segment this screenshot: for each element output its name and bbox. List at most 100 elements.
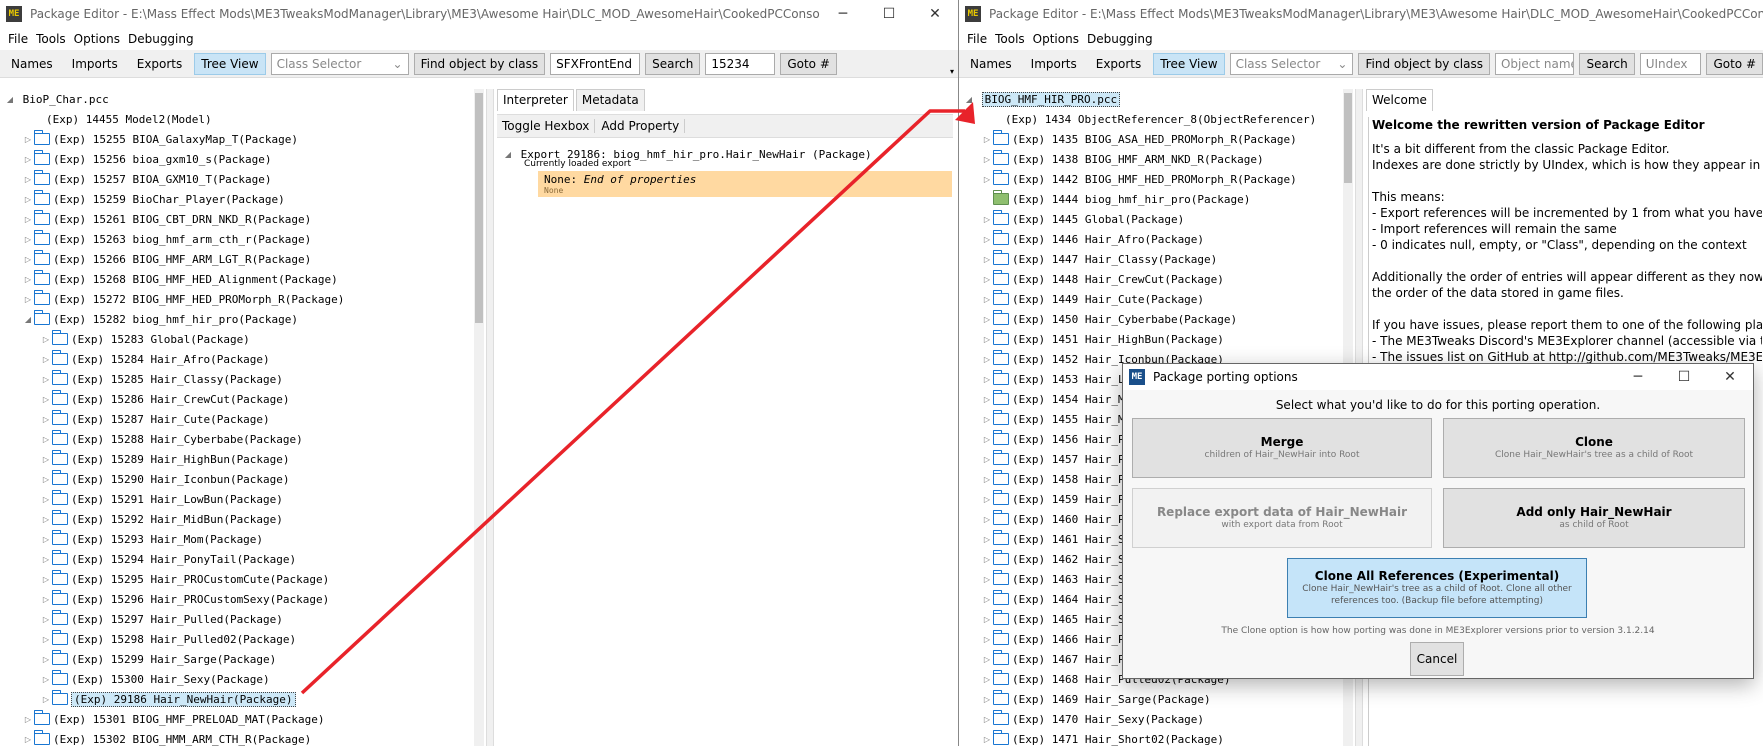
tree-node[interactable]: ▷ (Exp) 15293 Hair_Mom(Package): [4, 529, 474, 549]
tree-node[interactable]: ▷ (Exp) 1445 Global(Package): [963, 209, 1343, 229]
tree-node[interactable]: ▷ (Exp) 1450 Hair_Cyberbabe(Package): [963, 309, 1343, 329]
expand-arrow-icon[interactable]: ▷: [22, 295, 34, 304]
overflow-icon[interactable]: ▾: [950, 67, 954, 76]
expand-arrow-icon[interactable]: ▷: [981, 135, 993, 144]
expand-arrow-icon[interactable]: ▷: [40, 535, 52, 544]
expand-arrow-icon[interactable]: ▷: [40, 495, 52, 504]
imports-button[interactable]: Imports: [65, 53, 125, 75]
tree-node[interactable]: ▷ (Exp) 15299 Hair_Sarge(Package): [4, 649, 474, 669]
expand-arrow-icon[interactable]: ▷: [981, 355, 993, 364]
expand-arrow-icon[interactable]: ▷: [22, 235, 34, 244]
tree-node[interactable]: ▷ (Exp) 1451 Hair_HighBun(Package): [963, 329, 1343, 349]
names-button[interactable]: Names: [4, 53, 60, 75]
menu-options[interactable]: Options: [70, 32, 124, 46]
tree-node[interactable]: ▷ (Exp) 15300 Hair_Sexy(Package): [4, 669, 474, 689]
exports-button[interactable]: Exports: [130, 53, 190, 75]
tree-node[interactable]: ▷ (Exp) 15268 BIOG_HMF_HED_Alignment(Pack…: [4, 269, 474, 289]
expand-arrow-icon[interactable]: ▷: [40, 635, 52, 644]
expand-arrow-icon[interactable]: ▷: [981, 635, 993, 644]
search-input[interactable]: SFXFrontEnd: [550, 52, 641, 75]
tree-node[interactable]: ▷ (Exp) 1471 Hair_Short02(Package): [963, 729, 1343, 746]
expand-arrow-icon[interactable]: ▷: [981, 315, 993, 324]
expand-arrow-icon[interactable]: ▷: [40, 615, 52, 624]
tree-node[interactable]: ▷ (Exp) 1449 Hair_Cute(Package): [963, 289, 1343, 309]
expand-arrow-icon[interactable]: ▷: [40, 555, 52, 564]
none-property-row[interactable]: None: End of properties None: [538, 171, 952, 197]
expand-arrow-icon[interactable]: ▷: [40, 575, 52, 584]
tree-node[interactable]: ▷ (Exp) 15286 Hair_CrewCut(Package): [4, 389, 474, 409]
tree-node[interactable]: ◢ (Exp) 15282 biog_hmf_hir_pro(Package): [4, 309, 474, 329]
expand-arrow-icon[interactable]: ▷: [981, 175, 993, 184]
add-only-option-button[interactable]: Add only Hair_NewHair as child of Root: [1443, 488, 1745, 548]
maximize-icon[interactable]: ☐: [1661, 363, 1707, 391]
expand-arrow-icon[interactable]: ▷: [22, 175, 34, 184]
find-by-class-button[interactable]: Find object by class: [1358, 52, 1490, 75]
menu-file[interactable]: File: [4, 32, 32, 46]
tree-node[interactable]: ▷ (Exp) 15292 Hair_MidBun(Package): [4, 509, 474, 529]
left-splitter[interactable]: [486, 89, 494, 746]
expand-arrow-icon[interactable]: ▷: [22, 195, 34, 204]
expand-arrow-icon[interactable]: ▷: [981, 415, 993, 424]
tree-node[interactable]: (Exp) 1434 ObjectReferencer_8(ObjectRefe…: [963, 109, 1343, 129]
tab-metadata[interactable]: Metadata: [575, 89, 645, 111]
expand-arrow-icon[interactable]: ▷: [40, 395, 52, 404]
tree-node[interactable]: ▷ (Exp) 15294 Hair_PonyTail(Package): [4, 549, 474, 569]
expand-arrow-icon[interactable]: ▷: [22, 155, 34, 164]
tree-node[interactable]: ▷ (Exp) 15256 bioa_gxm10_s(Package): [4, 149, 474, 169]
menu-tools[interactable]: Tools: [991, 32, 1029, 46]
tree-node[interactable]: ▷ (Exp) 1470 Hair_Sexy(Package): [963, 709, 1343, 729]
expand-arrow-icon[interactable]: ▷: [981, 555, 993, 564]
expand-arrow-icon[interactable]: ▷: [40, 335, 52, 344]
expand-arrow-icon[interactable]: ▷: [981, 615, 993, 624]
tree-node[interactable]: ▷ (Exp) 1442 BIOG_HMF_HED_PROMorph_R(Pack…: [963, 169, 1343, 189]
tree-node[interactable]: ▷ (Exp) 15302 BIOG_HMM_ARM_CTH_R(Package): [4, 729, 474, 746]
toggle-hexbox-button[interactable]: Toggle Hexbox: [497, 119, 596, 133]
expand-arrow-icon[interactable]: ▷: [22, 275, 34, 284]
close-icon[interactable]: ✕: [1707, 363, 1753, 391]
add-property-button[interactable]: Add Property: [596, 119, 686, 133]
expand-arrow-icon[interactable]: ▷: [40, 515, 52, 524]
replace-export-data-option-button[interactable]: Replace export data of Hair_NewHair with…: [1132, 488, 1432, 548]
tree-node[interactable]: ▷ (Exp) 1469 Hair_Sarge(Package): [963, 689, 1343, 709]
expand-arrow-icon[interactable]: ▷: [981, 295, 993, 304]
tree-root-node[interactable]: ◢ BioP_Char.pcc: [4, 89, 474, 109]
menu-tools[interactable]: Tools: [32, 32, 70, 46]
cancel-button[interactable]: Cancel: [1410, 642, 1464, 676]
expand-arrow-icon[interactable]: ▷: [981, 695, 993, 704]
maximize-icon[interactable]: ☐: [866, 0, 912, 28]
goto-button[interactable]: Goto #: [780, 52, 837, 75]
tree-view-button[interactable]: Tree View: [194, 52, 266, 75]
tree-node[interactable]: ▷ (Exp) 15291 Hair_LowBun(Package): [4, 489, 474, 509]
collapse-arrow-icon[interactable]: ◢: [4, 95, 16, 104]
expand-arrow-icon[interactable]: ▷: [22, 135, 34, 144]
tree-node[interactable]: ▷ (Exp) 1435 BIOG_ASA_HED_PROMorph_R(Pack…: [963, 129, 1343, 149]
close-icon[interactable]: ✕: [912, 0, 958, 28]
left-tree-scrollbar[interactable]: [474, 89, 484, 746]
expand-arrow-icon[interactable]: ▷: [22, 215, 34, 224]
expand-arrow-icon[interactable]: ▷: [981, 455, 993, 464]
expand-arrow-icon[interactable]: ▷: [981, 275, 993, 284]
tree-node[interactable]: ▷ (Exp) 15257 BIOA_GXM10_T(Package): [4, 169, 474, 189]
tree-node[interactable]: ▷ (Exp) 15285 Hair_Classy(Package): [4, 369, 474, 389]
tree-node[interactable]: ▷ (Exp) 29186 Hair_NewHair(Package): [4, 689, 474, 709]
left-tree-view[interactable]: ◢ BioP_Char.pcc (Exp) 14455 Model2(Model)…: [4, 89, 474, 746]
dialog-titlebar[interactable]: ME Package porting options ─ ☐ ✕: [1123, 364, 1753, 390]
tree-node[interactable]: ▷ (Exp) 1448 Hair_CrewCut(Package): [963, 269, 1343, 289]
expand-arrow-icon[interactable]: ▷: [22, 715, 34, 724]
expand-arrow-icon[interactable]: ▷: [981, 215, 993, 224]
minimize-icon[interactable]: ─: [1615, 363, 1661, 391]
expand-arrow-icon[interactable]: ▷: [40, 655, 52, 664]
goto-button[interactable]: Goto #: [1706, 52, 1763, 75]
scroll-thumb[interactable]: [1344, 93, 1352, 183]
tree-node[interactable]: ▷ (Exp) 1447 Hair_Classy(Package): [963, 249, 1343, 269]
expand-arrow-icon[interactable]: ▷: [22, 735, 34, 744]
expand-arrow-icon[interactable]: ▷: [981, 655, 993, 664]
tree-node[interactable]: ▷ (Exp) 15296 Hair_PROCustomSexy(Package): [4, 589, 474, 609]
expand-arrow-icon[interactable]: ▷: [40, 595, 52, 604]
right-titlebar[interactable]: ME Package Editor - E:\Mass Effect Mods\…: [959, 0, 1763, 28]
class-selector-dropdown[interactable]: Class Selector ⌄: [270, 52, 409, 75]
expand-arrow-icon[interactable]: ▷: [981, 375, 993, 384]
search-button[interactable]: Search: [1579, 52, 1635, 75]
expand-arrow-icon[interactable]: ▷: [22, 255, 34, 264]
expand-arrow-icon[interactable]: ▷: [40, 695, 52, 704]
